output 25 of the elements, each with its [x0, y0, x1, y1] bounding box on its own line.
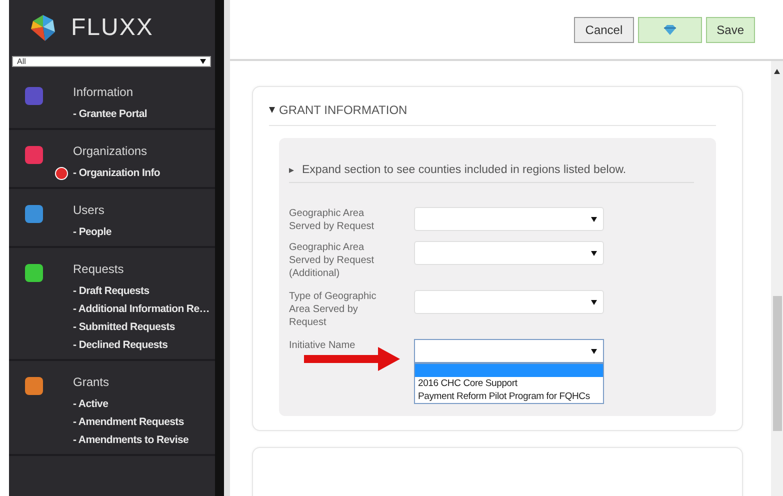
section-title[interactable]: Requests	[73, 262, 210, 276]
field-label: Geographic Area Served by Request (Additional)	[289, 241, 376, 280]
field-label: Type of Geographic Area Served by Request	[289, 290, 377, 329]
filter-select[interactable]: All	[12, 56, 211, 67]
field-label: Initiative Name	[289, 339, 356, 352]
section-title[interactable]: Grants	[73, 375, 189, 389]
nav-link[interactable]: - Additional Information Re…	[73, 303, 210, 315]
nav-link[interactable]: - Submitted Requests	[73, 321, 175, 333]
section-title: GRANT INFORMATION	[279, 103, 408, 117]
field-label: Geographic Area Served by Request	[289, 207, 376, 233]
nav-link[interactable]: - Amendments to Revise	[73, 434, 189, 446]
nav-link[interactable]: - Declined Requests	[73, 339, 168, 351]
logo-text: FLUXX	[71, 14, 154, 42]
nav-link[interactable]: - Amendment Requests	[73, 416, 184, 428]
nav-link[interactable]: - Active	[73, 398, 108, 410]
note-text: Expand section to see counties included in regions listed below.	[302, 164, 626, 176]
nav-link[interactable]: - People	[73, 226, 112, 238]
cancel-button[interactable]: Cancel	[574, 16, 634, 42]
section-title[interactable]: Information	[73, 85, 147, 99]
save-button[interactable]: Save	[706, 16, 755, 42]
nav-link[interactable]: - Draft Requests	[73, 285, 150, 297]
nav-link[interactable]: - Grantee Portal	[73, 108, 147, 120]
nav-link[interactable]: - Organization Info	[73, 167, 160, 179]
section-title[interactable]: Organizations	[73, 144, 160, 158]
section-title[interactable]: Users	[73, 203, 112, 217]
